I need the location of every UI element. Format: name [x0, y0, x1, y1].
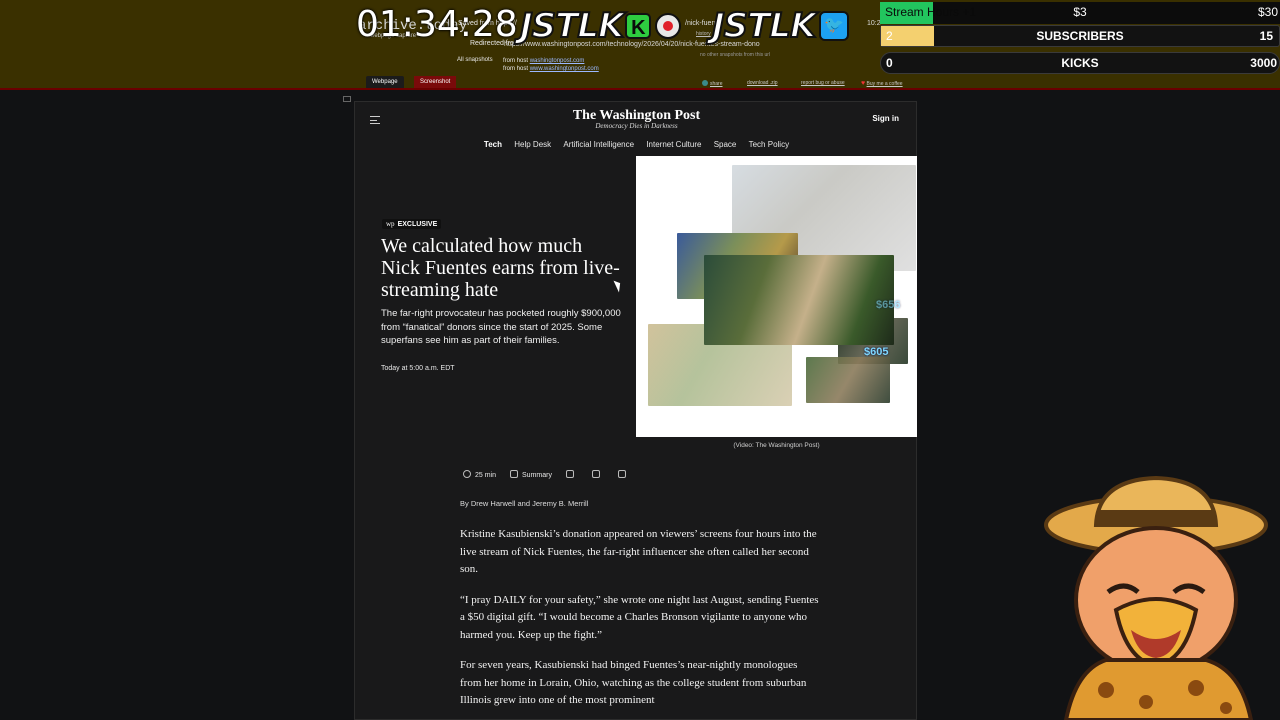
goal-label: KICKS: [1061, 56, 1099, 70]
hero-caption: (Video: The Washington Post): [733, 442, 820, 449]
paragraph: For seven years, Kasubienski had binged …: [460, 659, 807, 706]
goal-right: 15: [1259, 29, 1273, 43]
all-snapshots-label: All snapshots: [457, 57, 493, 63]
nav-tech[interactable]: Tech: [484, 140, 502, 149]
nav-internet-culture[interactable]: Internet Culture: [646, 140, 701, 149]
comments-button[interactable]: [617, 470, 630, 479]
paragraph: Kristine Kasubienski’s donation appeared…: [460, 528, 817, 575]
article-headline: We calculated how much Nick Fuentes earn…: [381, 235, 620, 301]
kick-icon: K: [625, 13, 652, 39]
goal-mid: $3: [1073, 5, 1087, 19]
share-button[interactable]: [565, 470, 578, 479]
tagline: Democracy Dies in Darkness: [595, 122, 678, 130]
twitter-icon: 🐦: [819, 11, 850, 41]
nav-space[interactable]: Space: [714, 140, 737, 149]
article-dek: The far-right provocateur has pocketed r…: [381, 308, 621, 346]
bookmark-button[interactable]: [591, 470, 604, 479]
streamer-mascot-avatar: [1044, 475, 1268, 720]
paragraph: “I pray DAILY for your safety,” she wrot…: [460, 593, 819, 641]
heart-icon: ♥: [861, 80, 866, 87]
nav-help-desk[interactable]: Help Desk: [514, 140, 551, 149]
goal-kicks: 0 KICKS 3000: [880, 52, 1280, 74]
saved-url-tail[interactable]: /nick-fuen: [685, 20, 715, 27]
host-link-1[interactable]: washingtonpost.com: [530, 58, 585, 64]
stream-clock: 01:34:28: [356, 4, 518, 45]
nav-ai[interactable]: Artificial Intelligence: [563, 140, 634, 149]
goal-right: $30: [1257, 5, 1278, 19]
summary-label: Summary: [522, 472, 552, 479]
goal-subscribers: 2 SUBSCRIBERS 15: [880, 25, 1280, 47]
download-link[interactable]: download .zip: [747, 80, 778, 86]
hero-video[interactable]: $656 $605: [636, 156, 917, 437]
comment-icon: [617, 470, 626, 478]
logo-text: JSTLK: [711, 5, 817, 47]
summary-icon: [510, 470, 519, 478]
from-host-text: from host: [503, 66, 529, 72]
headphones-icon: [463, 470, 471, 478]
share-icon: [702, 80, 708, 86]
stream-logo-1: JSTLK K: [519, 5, 682, 47]
sign-in-link[interactable]: Sign in: [872, 114, 899, 123]
article-dateline: Today at 5:00 a.m. EDT: [381, 365, 455, 372]
nav-tech-policy[interactable]: Tech Policy: [749, 140, 789, 149]
logo-text: JSTLK: [519, 5, 625, 47]
article-body: Kristine Kasubienski’s donation appeared…: [460, 526, 820, 720]
donation-amount: $605: [864, 346, 889, 358]
goal-right: 3000: [1250, 56, 1277, 70]
exclusive-badge: wp EXCLUSIVE: [382, 219, 442, 229]
video-collage-tile: [806, 357, 890, 403]
donation-amount: $656: [876, 299, 901, 311]
stream-goals: Stream Hours +1 $3 $30 2 SUBSCRIBERS 15 …: [880, 0, 1280, 76]
no-snapshots-note: no other snapshots from this url: [700, 52, 771, 58]
listen-button[interactable]: 25 min: [463, 470, 496, 479]
archive-frame-icon[interactable]: [343, 96, 351, 102]
report-link[interactable]: report bug or abuse: [801, 80, 845, 86]
header-divider: [0, 88, 1280, 90]
host-row-1: from host washingtonpost.com: [503, 58, 584, 64]
coffee-link-text: Buy me a coffee: [866, 81, 903, 87]
video-collage-tile: [704, 255, 894, 345]
archived-page: The Washington Post Democracy Dies in Da…: [354, 101, 917, 720]
goal-label: SUBSCRIBERS: [1036, 29, 1124, 43]
host-row-2: from host www.washingtonpost.com: [503, 66, 599, 72]
screen: archive.today webpage capture Saved from…: [0, 0, 1280, 720]
bookmark-icon: [591, 470, 600, 478]
tab-screenshot[interactable]: Screenshot: [414, 76, 457, 88]
listen-duration: 25 min: [475, 472, 497, 479]
tab-webpage[interactable]: Webpage: [366, 76, 404, 88]
archive-time: 10:2: [867, 20, 881, 27]
history-link[interactable]: history: [696, 31, 711, 37]
article-toolbar: 25 min Summary: [463, 470, 630, 479]
share-link-text: share: [710, 81, 723, 87]
byline: By Drew Harwell and Jeremy B. Merrill: [460, 499, 589, 508]
summary-button[interactable]: Summary: [510, 470, 552, 479]
share-link[interactable]: share: [702, 80, 723, 87]
stream-logo-2: JSTLK 🐦: [711, 5, 850, 47]
record-icon: [655, 13, 682, 39]
section-nav: Tech Help Desk Artificial Intelligence I…: [355, 140, 918, 149]
share-icon: [565, 470, 574, 478]
badge-text: EXCLUSIVE: [397, 221, 438, 228]
wp-badge-logo: wp: [386, 220, 395, 228]
from-host-text: from host: [503, 58, 529, 64]
goal-stream-hours: Stream Hours +1 $3 $30: [880, 2, 1280, 24]
coffee-link[interactable]: ♥ Buy me a coffee: [861, 80, 903, 87]
host-link-2[interactable]: www.washingtonpost.com: [530, 66, 599, 72]
